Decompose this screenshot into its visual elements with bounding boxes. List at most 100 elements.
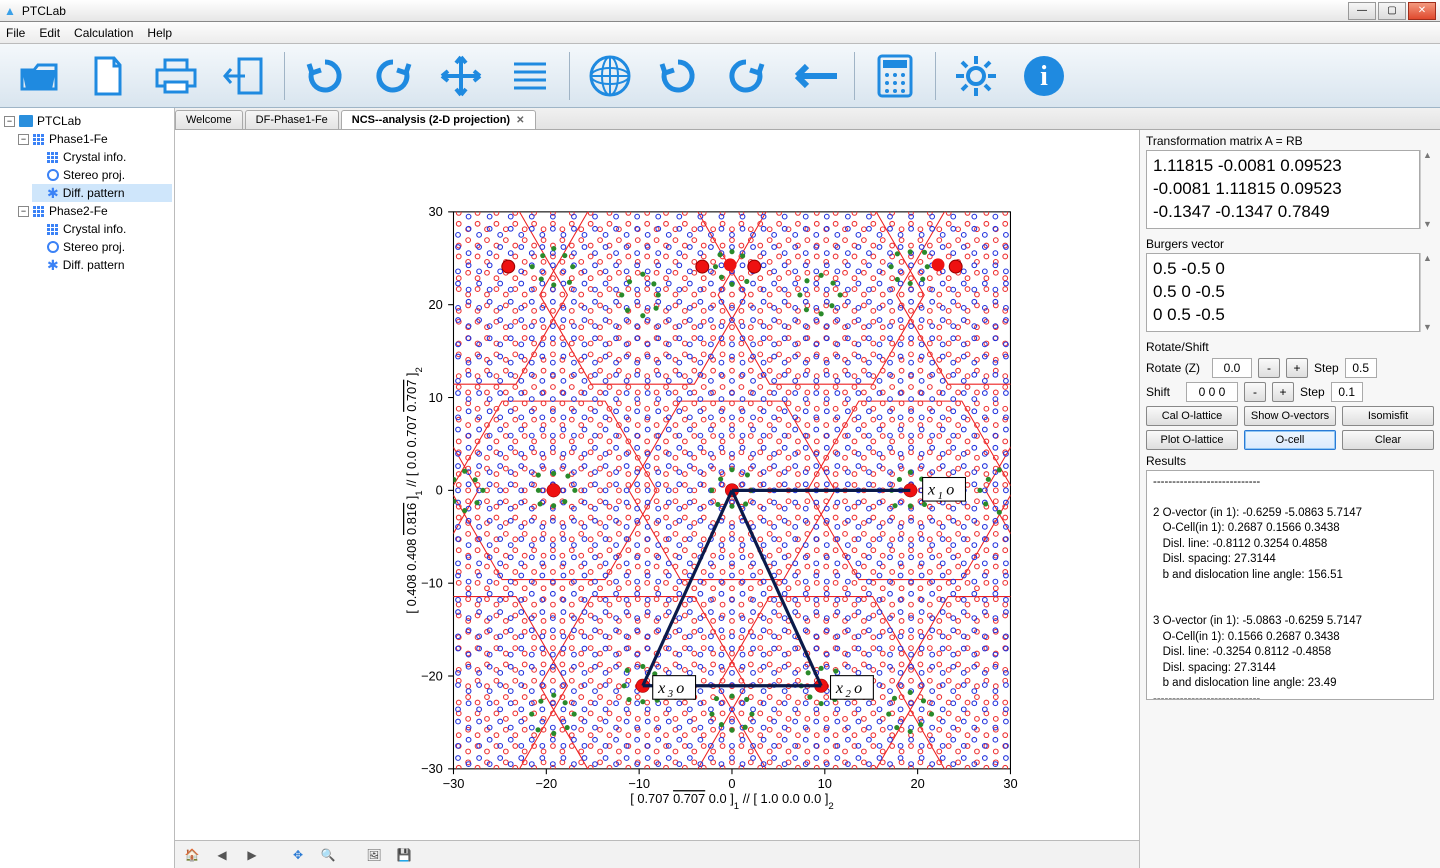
plot-home-button[interactable]: 🏠 <box>181 844 203 866</box>
tree-root[interactable]: −PTCLab <box>4 112 172 130</box>
plot-zoom-button[interactable]: 🔍 <box>317 844 339 866</box>
tab-welcome[interactable]: Welcome <box>175 110 243 129</box>
rotate-step-input[interactable]: 0.5 <box>1345 358 1377 378</box>
rotate-cw-button[interactable] <box>293 49 357 103</box>
tree-phase1-diff[interactable]: ✱Diff. pattern <box>32 184 172 202</box>
tree-phase2-crystal[interactable]: Crystal info. <box>32 220 172 238</box>
tree-phase1-stereo[interactable]: Stereo proj. <box>32 166 172 184</box>
svg-text:−30: −30 <box>443 776 465 791</box>
rotate-cw-2-button[interactable] <box>646 49 710 103</box>
info-button[interactable]: i <box>1012 49 1076 103</box>
svg-text:x: x <box>835 680 843 697</box>
shift-minus-button[interactable]: - <box>1244 382 1266 402</box>
svg-text:2: 2 <box>846 688 852 700</box>
list-button[interactable] <box>497 49 561 103</box>
results-output[interactable]: ---------------------------- 2 O-vector … <box>1146 470 1434 700</box>
shift-plus-button[interactable]: + <box>1272 382 1294 402</box>
svg-text:20: 20 <box>428 297 442 312</box>
rotate-plus-button[interactable]: + <box>1286 358 1308 378</box>
tree-phase1-crystal[interactable]: Crystal info. <box>32 148 172 166</box>
menu-calculation[interactable]: Calculation <box>74 26 133 40</box>
rotate-ccw-button[interactable] <box>361 49 425 103</box>
svg-text:o: o <box>676 680 684 697</box>
svg-text:o: o <box>946 482 954 499</box>
rotate-ccw-2-button[interactable] <box>714 49 778 103</box>
results-label: Results <box>1146 454 1434 468</box>
shift-step-label: Step <box>1300 385 1325 399</box>
menu-help[interactable]: Help <box>147 26 172 40</box>
title-bar: ▲ PTCLab — ▢ ✕ <box>0 0 1440 22</box>
plot-pan-button[interactable]: ✥ <box>287 844 309 866</box>
plot-canvas[interactable]: −30−30−20−20−10−1000101020203030 <box>175 130 1139 840</box>
tree-panel: −PTCLab −Phase1-Fe Crystal info. Stereo … <box>0 108 175 868</box>
maximize-button[interactable]: ▢ <box>1378 2 1406 20</box>
rotate-shift-label: Rotate/Shift <box>1146 340 1434 354</box>
exit-button[interactable] <box>212 49 276 103</box>
show-o-vectors-button[interactable]: Show O-vectors <box>1244 406 1336 426</box>
svg-text:30: 30 <box>1003 776 1017 791</box>
tree-phase2-diff[interactable]: ✱Diff. pattern <box>32 256 172 274</box>
rotate-minus-button[interactable]: - <box>1258 358 1280 378</box>
rotate-z-input[interactable]: 0.0 <box>1212 358 1252 378</box>
plot-toolbar: 🏠 ◀ ▶ ✥ 🔍 🖼 💾 <box>175 840 1139 868</box>
o-cell-button[interactable]: O-cell <box>1244 430 1336 450</box>
svg-text:−10: −10 <box>421 575 443 590</box>
menu-edit[interactable]: Edit <box>39 26 60 40</box>
pan-button[interactable] <box>429 49 493 103</box>
shift-step-input[interactable]: 0.1 <box>1331 382 1363 402</box>
svg-text:−20: −20 <box>535 776 557 791</box>
tab-close-icon[interactable]: ✕ <box>516 115 524 126</box>
svg-text:0: 0 <box>436 483 443 498</box>
matrix-input[interactable]: 1.11815 -0.0081 0.09523 -0.0081 1.11815 … <box>1146 150 1420 229</box>
right-panel: Transformation matrix A = RB 1.11815 -0.… <box>1140 130 1440 868</box>
shift-input[interactable]: 0 0 0 <box>1186 382 1238 402</box>
tab-ncs-analysis[interactable]: NCS--analysis (2-D projection)✕ <box>341 110 536 129</box>
settings-button[interactable] <box>944 49 1008 103</box>
svg-text:o: o <box>854 680 862 697</box>
svg-text:20: 20 <box>910 776 924 791</box>
print-button[interactable] <box>144 49 208 103</box>
svg-text:x: x <box>657 680 665 697</box>
isomisfit-button[interactable]: Isomisfit <box>1342 406 1434 426</box>
app-title: PTCLab <box>22 4 66 18</box>
app-icon: ▲ <box>4 4 16 18</box>
svg-text:10: 10 <box>428 390 442 405</box>
plot-config-button[interactable]: 🖼 <box>363 844 385 866</box>
plot-forward-button[interactable]: ▶ <box>241 844 263 866</box>
back-arrow-button[interactable] <box>782 49 846 103</box>
burgers-label: Burgers vector <box>1146 237 1434 251</box>
plot-area: −30−30−20−20−10−1000101020203030 <box>175 130 1140 868</box>
plot-back-button[interactable]: ◀ <box>211 844 233 866</box>
tab-df-phase1[interactable]: DF-Phase1-Fe <box>245 110 339 129</box>
svg-text:−20: −20 <box>421 668 443 683</box>
svg-text:10: 10 <box>818 776 832 791</box>
new-file-button[interactable] <box>76 49 140 103</box>
tree-phase1[interactable]: −Phase1-Fe <box>18 130 172 148</box>
plot-save-button[interactable]: 💾 <box>393 844 415 866</box>
svg-text:−10: −10 <box>628 776 650 791</box>
close-button[interactable]: ✕ <box>1408 2 1436 20</box>
main-toolbar: i <box>0 44 1440 108</box>
menu-file[interactable]: File <box>6 26 25 40</box>
matrix-label: Transformation matrix A = RB <box>1146 134 1434 148</box>
svg-text:x: x <box>927 482 935 499</box>
cal-o-lattice-button[interactable]: Cal O-lattice <box>1146 406 1238 426</box>
rotate-step-label: Step <box>1314 361 1339 375</box>
tree-phase2-stereo[interactable]: Stereo proj. <box>32 238 172 256</box>
calculator-button[interactable] <box>863 49 927 103</box>
globe-button[interactable] <box>578 49 642 103</box>
minimize-button[interactable]: — <box>1348 2 1376 20</box>
burgers-input[interactable]: 0.5 -0.5 0 0.5 0 -0.5 0 0.5 -0.5 <box>1146 253 1420 332</box>
tree-phase2[interactable]: −Phase2-Fe <box>18 202 172 220</box>
plot-o-lattice-button[interactable]: Plot O-lattice <box>1146 430 1238 450</box>
svg-text:30: 30 <box>428 204 442 219</box>
svg-text:[ 0.707 0.707 0.0 ]1 // [ 1.: [ 0.707 0.707 0.0 ]1 // [ 1.0 0.0 0.0 ]2 <box>630 791 834 812</box>
svg-text:0: 0 <box>728 776 735 791</box>
svg-text:1: 1 <box>938 490 943 502</box>
svg-text:i: i <box>1040 61 1048 92</box>
tab-bar: Welcome DF-Phase1-Fe NCS--analysis (2-D … <box>175 108 1440 130</box>
open-folder-button[interactable] <box>8 49 72 103</box>
shift-label: Shift <box>1146 385 1180 399</box>
clear-button[interactable]: Clear <box>1342 430 1434 450</box>
menu-bar: File Edit Calculation Help <box>0 22 1440 44</box>
